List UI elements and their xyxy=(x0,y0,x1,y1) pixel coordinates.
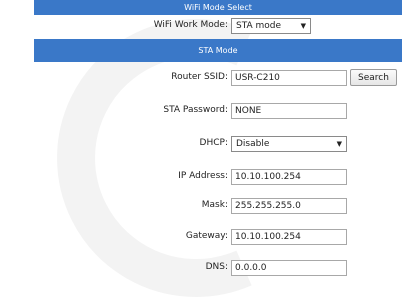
mask-row: Mask: xyxy=(34,191,402,220)
chevron-down-icon: ▼ xyxy=(300,22,306,30)
search-button[interactable]: Search xyxy=(350,69,397,86)
dhcp-value: Disable xyxy=(236,139,270,149)
dhcp-select[interactable]: Disable ▼ xyxy=(231,136,347,152)
sta-password-label: STA Password: xyxy=(163,105,228,115)
router-ssid-input[interactable] xyxy=(231,70,347,86)
gateway-row: Gateway: xyxy=(34,220,402,250)
ip-address-input[interactable] xyxy=(231,169,347,185)
router-ssid-label: Router SSID: xyxy=(171,72,228,82)
chevron-down-icon: ▼ xyxy=(336,140,342,148)
ip-address-label: IP Address: xyxy=(178,171,228,181)
wifi-mode-select-header: WiFi Mode Select xyxy=(34,0,402,15)
ip-address-row: IP Address: xyxy=(34,161,402,191)
sta-password-row: STA Password: xyxy=(34,96,402,128)
dhcp-label: DHCP: xyxy=(199,138,228,148)
dns-label: DNS: xyxy=(205,262,228,272)
sta-mode-header: STA Mode xyxy=(34,39,402,62)
wifi-settings-panel: WiFi Mode Select WiFi Work Mode: STA mod… xyxy=(34,0,402,276)
sta-password-input[interactable] xyxy=(231,103,347,119)
dhcp-row: DHCP: Disable ▼ xyxy=(34,128,402,161)
wifi-mode-select-title: WiFi Mode Select xyxy=(184,3,252,12)
dns-input[interactable] xyxy=(231,260,347,276)
wifi-work-mode-label: WiFi Work Mode: xyxy=(153,20,228,30)
mask-label: Mask: xyxy=(201,200,228,210)
wifi-work-mode-value: STA mode xyxy=(236,21,282,31)
dns-row: DNS: xyxy=(34,250,402,292)
sta-mode-title: STA Mode xyxy=(198,46,238,55)
gateway-input[interactable] xyxy=(231,229,347,245)
wifi-work-mode-select[interactable]: STA mode ▼ xyxy=(231,18,311,34)
mask-input[interactable] xyxy=(231,198,347,214)
gateway-label: Gateway: xyxy=(185,231,228,241)
router-ssid-row: Router SSID: Search xyxy=(34,62,402,96)
wifi-work-mode-row: WiFi Work Mode: STA mode ▼ xyxy=(34,15,402,39)
